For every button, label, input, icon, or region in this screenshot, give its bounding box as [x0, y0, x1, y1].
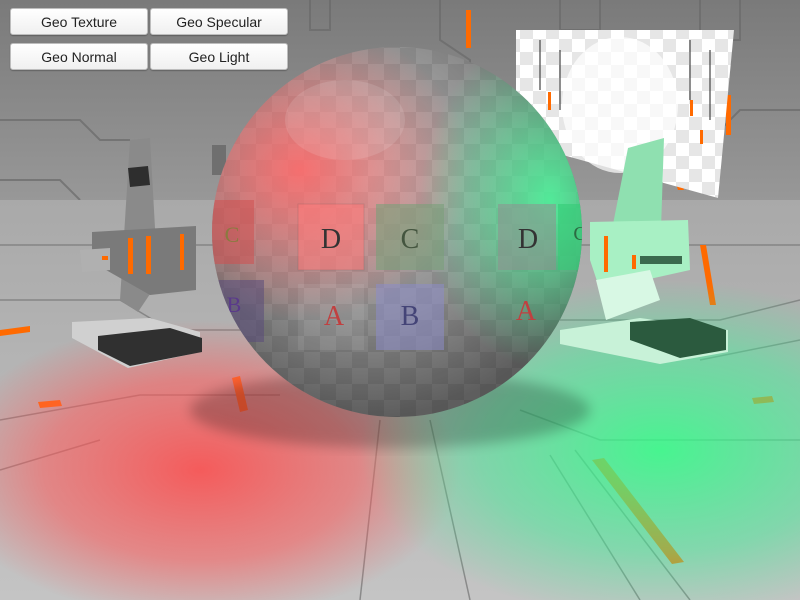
- wall-accent-light: [466, 10, 471, 48]
- geo-texture-button[interactable]: Geo Texture: [10, 8, 148, 35]
- sphere-tile-a: A: [516, 296, 537, 327]
- sphere-tile-d: D: [321, 224, 341, 255]
- sphere-tile-a: A: [324, 301, 345, 332]
- sphere-tile-b: B: [401, 301, 420, 332]
- 3d-viewport: D C D C A B A D C B: [0, 0, 800, 600]
- geo-light-button[interactable]: Geo Light: [150, 43, 288, 70]
- sphere-tile-c: C: [401, 224, 420, 255]
- geo-specular-button[interactable]: Geo Specular: [150, 8, 288, 35]
- sphere-tile-d: D: [518, 224, 538, 255]
- geo-normal-button[interactable]: Geo Normal: [10, 43, 148, 70]
- sphere-tile-c: C: [225, 222, 240, 247]
